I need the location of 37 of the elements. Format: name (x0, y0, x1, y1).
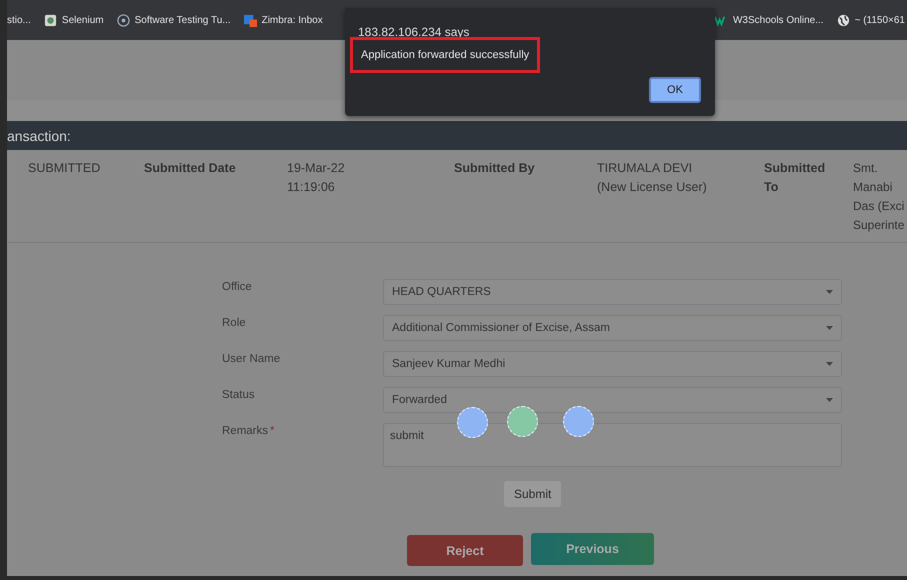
circle-icon (116, 14, 130, 26)
remarks-field[interactable]: submit (383, 423, 842, 467)
detail-label: Submitted Date (144, 160, 237, 177)
bookmark[interactable]: Selenium (44, 14, 104, 26)
bookmark[interactable]: ~ (1150×61 (836, 14, 905, 26)
bookmark[interactable]: stio... (7, 14, 31, 26)
reject-button[interactable]: Reject (407, 535, 523, 566)
required-mark: * (270, 425, 274, 437)
caret-icon (826, 290, 833, 294)
select-field[interactable]: HEAD QUARTERS (383, 279, 842, 305)
detail-label: Submitted By (454, 160, 536, 177)
select-field[interactable]: Additional Commissioner of Excise, Assam (383, 315, 842, 341)
detail-value: TIRUMALA DEVI (New License User) (597, 160, 708, 196)
globe-icon (836, 14, 850, 26)
caret-icon (826, 362, 833, 366)
field-label: Status (222, 389, 255, 401)
field-label: User Name (222, 353, 280, 365)
detail-value: Smt. Manabi Das (Exci Superinte (853, 160, 906, 234)
submit-button[interactable]: Submit (504, 481, 562, 507)
select-field[interactable]: Sanjeev Kumar Medhi (383, 351, 842, 377)
caret-icon (826, 326, 833, 330)
section-title: ansaction: (7, 128, 71, 144)
select-field[interactable]: Forwarded (383, 387, 842, 413)
bookmark[interactable]: Software Testing Tu... (116, 14, 231, 26)
bookmark[interactable]: Zimbra: Inbox (244, 14, 323, 26)
dialog-message: Application forwarded successfully (350, 37, 540, 73)
field-label: Remarks (222, 425, 268, 437)
detail-label: Submitted To (764, 160, 826, 196)
detail-value: SUBMITTED (28, 160, 102, 177)
detail-value: 19-Mar-22 11:19:06 (287, 160, 346, 196)
caret-icon (826, 398, 833, 402)
dialog-title: 183.82.106.234 says (358, 25, 470, 39)
bookmark[interactable]: W3Schools Online... (714, 14, 824, 26)
ok-button[interactable]: OK (649, 77, 701, 103)
field-label: Role (222, 317, 246, 329)
field-label: Office (222, 281, 252, 293)
previous-button[interactable]: Previous (531, 533, 654, 565)
